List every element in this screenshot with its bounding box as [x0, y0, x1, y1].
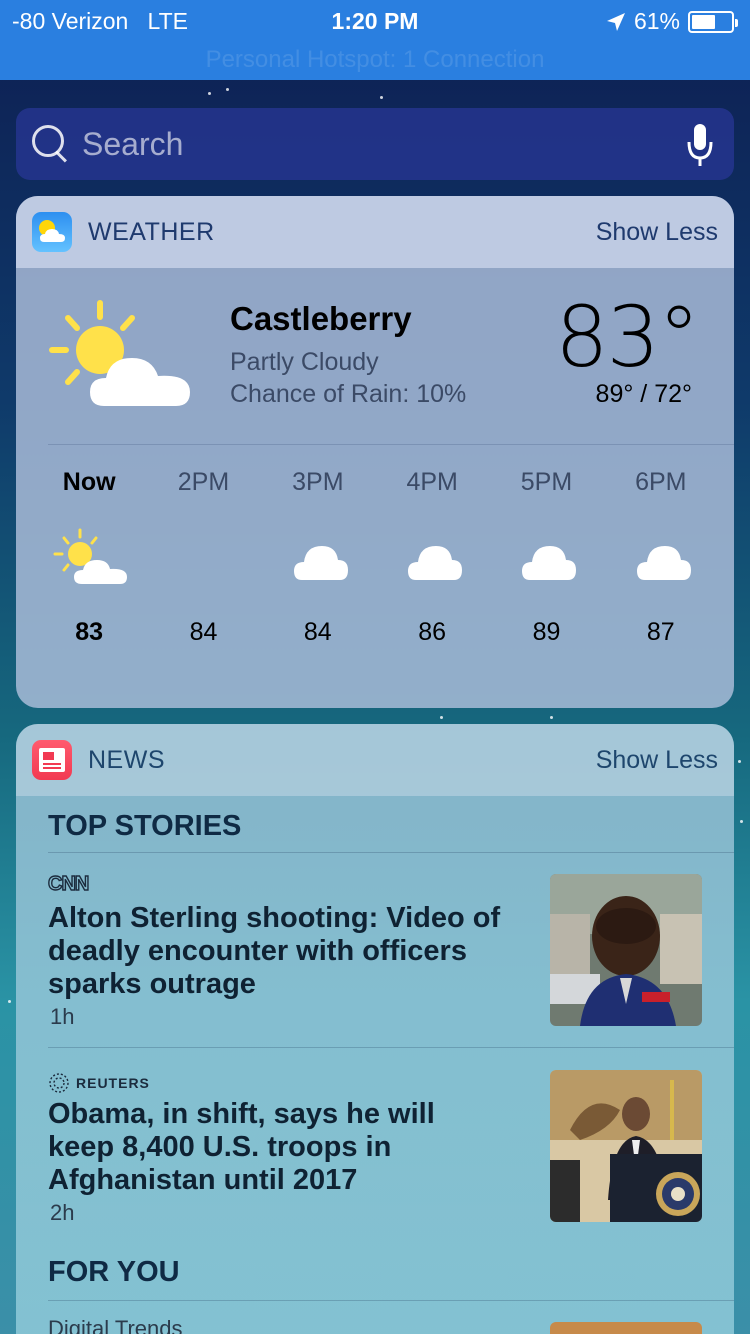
- story-age: 1h: [50, 1004, 75, 1029]
- battery-icon: [688, 10, 738, 33]
- story-headline[interactable]: Obama, in shift, says he will keep 8,400…: [48, 1098, 508, 1197]
- divider: [48, 1047, 734, 1048]
- cloud-icon: [636, 546, 691, 580]
- svg-text:CNN: CNN: [48, 873, 89, 894]
- search-input[interactable]: Search: [82, 126, 183, 163]
- story-age: 2h: [50, 1200, 75, 1225]
- partly-cloudy-icon: [49, 300, 190, 406]
- story-headline[interactable]: Alton Sterling shooting: Video of deadly…: [48, 902, 508, 1001]
- news-header: NEWS Show Less: [16, 724, 734, 796]
- divider: [48, 852, 734, 853]
- hour-column: Now 83: [32, 468, 146, 668]
- hour-label: 2PM: [177, 468, 230, 496]
- hour-temperature: 83: [75, 618, 104, 646]
- story-thumbnail[interactable]: [550, 1322, 702, 1334]
- story-thumbnail[interactable]: [550, 1070, 702, 1222]
- hour-temperature: 84: [303, 618, 332, 646]
- hour-temperature: 87: [646, 618, 675, 646]
- cloud-icon: [407, 546, 462, 580]
- reuters-logo: REUTERS: [48, 1072, 150, 1094]
- partly-sunny-icon: [53, 528, 127, 584]
- current-temperature: 83°: [555, 288, 700, 386]
- weather-app-icon: [32, 212, 72, 252]
- news-widget: NEWS Show Less TOP STORIES CNN Alton Ste…: [16, 724, 734, 1334]
- hour-column: 5PM 89: [489, 468, 603, 668]
- battery-percent: 61%: [633, 8, 680, 34]
- hour-column: 2PM 84: [146, 468, 260, 668]
- cloud-icon: [293, 546, 348, 580]
- weather-rain-chance: Chance of Rain: 10%: [230, 380, 467, 408]
- story-thumbnail[interactable]: [550, 874, 702, 1026]
- news-app-icon: [32, 740, 72, 780]
- weather-condition: Partly Cloudy: [230, 348, 379, 376]
- top-stories-heading: TOP STORIES: [48, 810, 242, 842]
- story-source: Digital Trends: [48, 1316, 183, 1334]
- microphone-icon[interactable]: [686, 122, 714, 168]
- weather-show-less-button[interactable]: Show Less: [596, 218, 718, 247]
- hour-column: 3PM 84: [261, 468, 375, 668]
- reuters-icon: [49, 1073, 69, 1093]
- status-bar: -80 Verizon LTE 1:20 PM 61% Personal Hot…: [0, 0, 750, 80]
- hour-label: 4PM: [406, 468, 458, 496]
- weather-widget: WEATHER Show Less Castleberry Partly Clo…: [16, 196, 734, 708]
- news-show-less-button[interactable]: Show Less: [596, 746, 718, 775]
- cloud-icon: [522, 546, 577, 580]
- news-title: NEWS: [88, 745, 165, 774]
- hour-temperature: 84: [189, 618, 218, 646]
- hour-label: 3PM: [292, 468, 344, 496]
- divider: [48, 1300, 734, 1301]
- hour-temperature: 86: [418, 618, 447, 646]
- hourly-forecast: Now 83 2PM 84 3PM 84 4PM 86 5PM 89 6PM 8…: [32, 468, 718, 668]
- weather-city: Castleberry: [230, 300, 412, 337]
- location-arrow-icon: [606, 12, 625, 31]
- hotspot-banner[interactable]: Personal Hotspot: 1 Connection: [0, 46, 750, 74]
- weather-header: WEATHER Show Less: [16, 196, 734, 268]
- hour-temperature: 89: [532, 618, 561, 646]
- hour-label: 6PM: [635, 468, 687, 496]
- hour-label: Now: [62, 468, 116, 496]
- high-low-temperature: 89° / 72°: [595, 380, 692, 408]
- search-icon: [32, 125, 70, 163]
- hour-label: 5PM: [520, 468, 573, 496]
- divider: [48, 444, 734, 445]
- weather-title: WEATHER: [88, 217, 215, 246]
- cnn-logo: CNN: [48, 872, 91, 894]
- hour-column: 6PM 87: [604, 468, 718, 668]
- for-you-heading: FOR YOU: [48, 1256, 180, 1288]
- search-bar[interactable]: Search: [16, 108, 734, 180]
- hour-column: 4PM 86: [375, 468, 489, 668]
